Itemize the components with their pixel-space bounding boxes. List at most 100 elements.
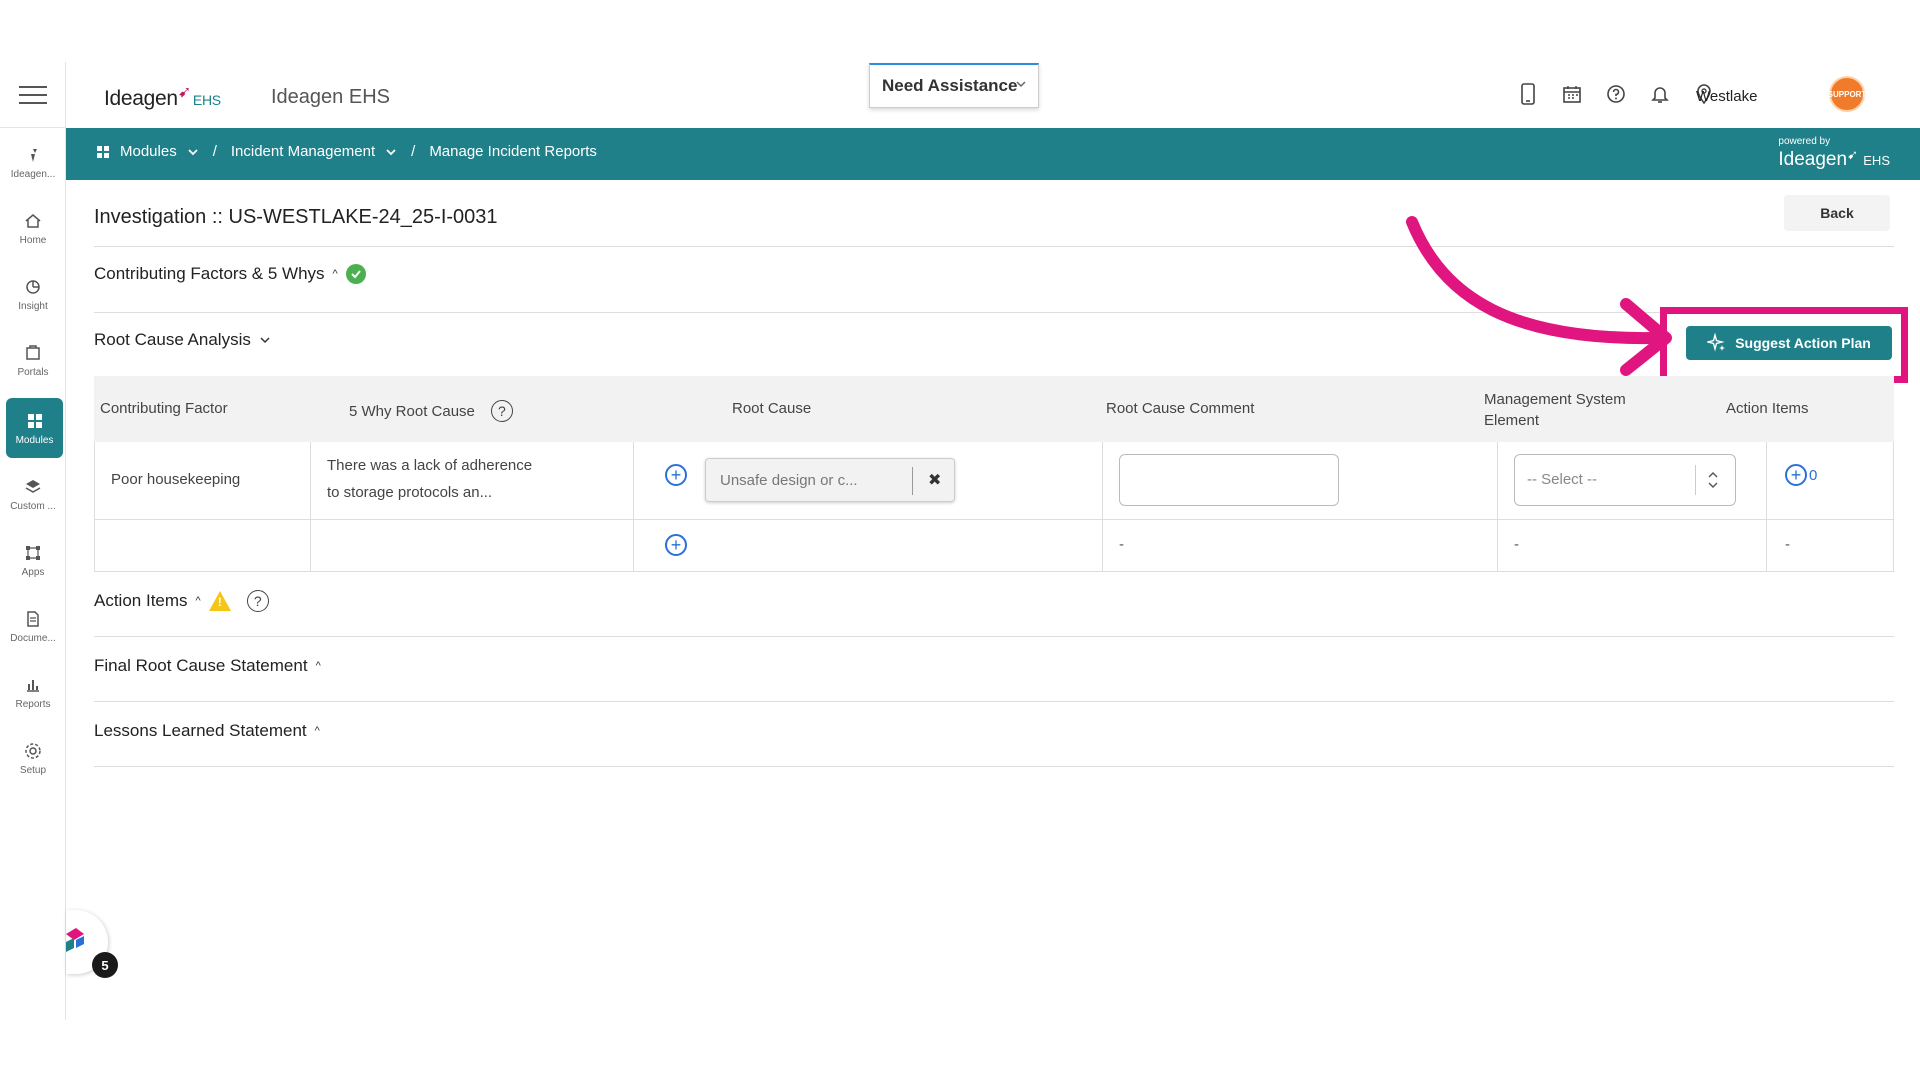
column-header-action-items: Action Items — [1726, 400, 1809, 417]
home-icon — [23, 211, 43, 231]
calendar-icon[interactable] — [1560, 82, 1584, 106]
suggest-action-plan-button[interactable]: Suggest Action Plan — [1686, 326, 1892, 360]
divider — [94, 701, 1894, 702]
chevron-down-icon[interactable] — [259, 334, 271, 346]
location-label[interactable]: Westlake — [1696, 88, 1757, 105]
powered-by-logo: powered by Ideagen➹ EHS — [1778, 136, 1890, 170]
bell-icon[interactable] — [1648, 82, 1672, 106]
header-icons — [1516, 82, 1716, 106]
insight-icon — [23, 277, 43, 297]
help-icon[interactable] — [1604, 82, 1628, 106]
chevron-down-icon — [1016, 81, 1026, 88]
divider — [94, 636, 1894, 637]
notification-badge: 5 — [92, 952, 118, 978]
divider — [94, 766, 1894, 767]
mobile-icon[interactable] — [1516, 82, 1540, 106]
section-contributing-factors[interactable]: Contributing Factors & 5 Whys ^ — [94, 264, 366, 284]
add-action-item-button[interactable]: + — [1785, 464, 1807, 486]
help-icon[interactable]: ? — [490, 400, 513, 422]
rail-item-reports[interactable]: Reports — [0, 662, 66, 722]
chevron-updown-icon — [1708, 472, 1718, 488]
section-final-root-cause[interactable]: Final Root Cause Statement ^ — [94, 656, 321, 676]
rail-item-insight[interactable]: Insight — [0, 264, 66, 324]
section-title: Contributing Factors & 5 Whys — [94, 264, 325, 283]
root-cause-comment-input[interactable] — [1119, 454, 1339, 506]
column-header-comment: Root Cause Comment — [1106, 400, 1255, 417]
action-items-cell: + 0 — [1785, 464, 1817, 486]
breadcrumb-modules[interactable]: Modules — [120, 143, 177, 160]
rail-item-modules[interactable]: Modules — [6, 398, 63, 458]
section-title: Lessons Learned Statement — [94, 721, 307, 740]
breadcrumb-incident-management[interactable]: Incident Management — [231, 143, 375, 160]
avatar[interactable]: SUPPORT — [1828, 76, 1866, 112]
apps-icon — [23, 543, 43, 563]
app-name: Ideagen EHS — [271, 86, 390, 108]
reports-icon — [23, 675, 43, 695]
screen: Ideagen... Home Insight Portals Modules … — [0, 0, 1920, 1080]
section-title: Action Items — [94, 591, 188, 610]
modules-icon — [25, 411, 45, 431]
need-assistance-dropdown[interactable]: Need Assistance — [869, 63, 1039, 108]
section-title: Root Cause Analysis — [94, 330, 251, 349]
contributing-factor-text: Poor housekeeping — [111, 471, 241, 488]
suggest-action-plan-label: Suggest Action Plan — [1735, 335, 1871, 351]
custom-icon — [23, 477, 43, 497]
chevron-down-icon[interactable] — [187, 146, 199, 158]
action-items-count: 0 — [1809, 466, 1818, 484]
hamburger-menu-button[interactable] — [0, 62, 66, 128]
column-header-five-why: 5 Why Root Cause ? — [349, 400, 513, 422]
section-root-cause-analysis[interactable]: Root Cause Analysis — [94, 330, 271, 350]
modules-grid-icon — [97, 145, 109, 158]
rail-item-setup[interactable]: Setup — [0, 728, 66, 788]
column-header-mse: Management System Element — [1484, 391, 1626, 429]
ideagen-icon — [23, 145, 43, 165]
ideagen-widget-icon — [66, 928, 84, 952]
back-button[interactable]: Back — [1784, 195, 1890, 231]
rail-item-home[interactable]: Home — [0, 198, 66, 258]
mse-empty: - — [1514, 536, 1519, 553]
sparkle-icon — [1707, 333, 1726, 352]
actions-empty: - — [1785, 536, 1790, 553]
rail-item-portals[interactable]: Portals — [0, 330, 66, 390]
comment-empty: - — [1119, 536, 1124, 553]
rail-item-apps[interactable]: Apps — [0, 530, 66, 590]
warning-icon — [208, 591, 231, 611]
section-action-items[interactable]: Action Items ^ ? — [94, 590, 269, 612]
add-root-cause-button[interactable]: + — [665, 464, 687, 486]
breadcrumb-separator: / — [212, 143, 217, 160]
top-header: Ideagen➹ EHS Ideagen EHS Need Assistance … — [66, 62, 1920, 128]
breadcrumb: Modules / Incident Management / Manage I… — [96, 143, 597, 160]
section-lessons-learned[interactable]: Lessons Learned Statement ^ — [94, 721, 320, 741]
root-cause-chip[interactable]: Unsafe design or c... ✖ — [705, 458, 955, 502]
chevron-up-icon[interactable]: ^ — [196, 595, 201, 607]
root-cause-value: Unsafe design or c... — [720, 472, 858, 489]
documents-icon — [23, 609, 43, 629]
management-system-select[interactable]: -- Select -- — [1514, 454, 1736, 506]
hamburger-icon — [19, 93, 47, 96]
main-content: Investigation :: US-WESTLAKE-24_25-I-003… — [94, 180, 1908, 1020]
page-title: Investigation :: US-WESTLAKE-24_25-I-003… — [94, 206, 498, 228]
breadcrumb-separator: / — [411, 143, 416, 160]
chevron-up-icon[interactable]: ^ — [333, 268, 338, 280]
portals-icon — [23, 343, 43, 363]
rail-item-ideagen[interactable]: Ideagen... — [0, 132, 66, 192]
column-header-contributing-factor: Contributing Factor — [100, 400, 228, 417]
chevron-up-icon[interactable]: ^ — [315, 725, 320, 737]
check-circle-icon — [345, 264, 366, 284]
chevron-down-icon[interactable] — [385, 146, 397, 158]
column-header-root-cause: Root Cause — [732, 400, 812, 417]
breadcrumb-manage-incident-reports[interactable]: Manage Incident Reports — [429, 143, 597, 160]
rail-item-custom[interactable]: Custom ... — [0, 464, 66, 524]
table-row: Poor housekeeping There was a lack of ad… — [94, 442, 1894, 520]
help-icon[interactable]: ? — [246, 590, 269, 612]
rail-item-documents[interactable]: Docume... — [0, 596, 66, 656]
add-root-cause-button[interactable]: + — [665, 534, 687, 556]
select-value: -- Select -- — [1527, 471, 1598, 488]
five-why-text: There was a lack of adherence to storage… — [327, 457, 533, 501]
ideagen-logo[interactable]: Ideagen➹ EHS — [104, 82, 221, 111]
table-header: Contributing Factor 5 Why Root Cause ? R… — [94, 376, 1894, 442]
close-icon[interactable]: ✖ — [928, 470, 941, 490]
left-rail: Ideagen... Home Insight Portals Modules … — [0, 62, 66, 1020]
chevron-up-icon[interactable]: ^ — [316, 660, 321, 672]
table-row: + - - - — [94, 520, 1894, 572]
